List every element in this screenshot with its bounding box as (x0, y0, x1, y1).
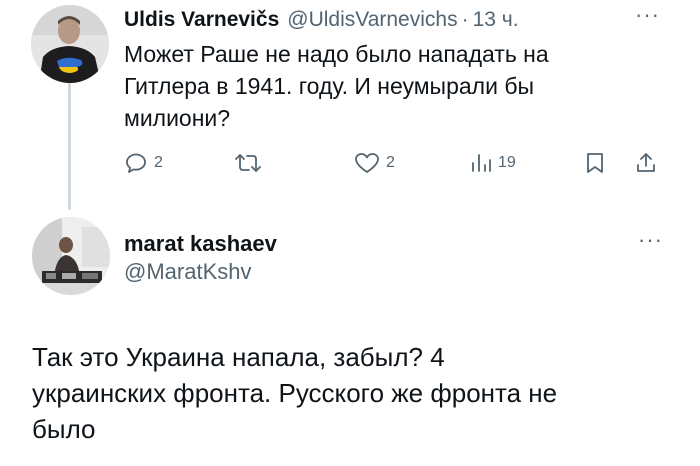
tweet-text: Так это Украина напала, забыл? 4 украинс… (32, 342, 558, 444)
retweet-icon (235, 154, 261, 172)
bookmark-icon (587, 153, 603, 173)
more-horizontal-icon: ··· (638, 227, 663, 252)
tweet-timestamp[interactable]: 13 ч. (473, 8, 519, 32)
tweet-text: Может Раше не надо было нападать на Гитл… (124, 41, 549, 131)
heart-icon (355, 153, 379, 173)
more-options-button[interactable]: ··· (638, 227, 663, 253)
views-button[interactable]: 19 (470, 145, 516, 181)
avatar[interactable] (31, 5, 109, 83)
views-count: 19 (498, 154, 516, 171)
reply-icon (126, 153, 146, 173)
share-button[interactable] (634, 145, 658, 181)
author-name[interactable]: Uldis Varnevičs (124, 8, 279, 32)
author-handle[interactable]: @UldisVarnevichs (287, 8, 457, 32)
more-options-button[interactable]: ··· (635, 2, 660, 28)
retweet-button[interactable] (234, 145, 268, 181)
author-name[interactable]: marat kashaev (124, 231, 277, 257)
author-handle[interactable]: @MaratKshv (124, 259, 251, 285)
share-icon (637, 153, 655, 172)
reply-button[interactable]: 2 (124, 145, 163, 181)
tweet-author-line: Uldis Varnevičs @UldisVarnevichs · 13 ч. (124, 8, 519, 32)
bookmark-button[interactable] (584, 145, 606, 181)
like-button[interactable]: 2 (354, 145, 395, 181)
separator-dot: · (461, 8, 469, 31)
thread-connector-line (68, 80, 71, 210)
more-horizontal-icon: ··· (635, 2, 660, 27)
reply-count: 2 (154, 154, 163, 171)
analytics-icon (472, 154, 491, 172)
avatar-image (32, 217, 110, 295)
avatar[interactable] (32, 217, 110, 295)
avatar-image (31, 5, 109, 83)
like-count: 2 (386, 154, 395, 171)
